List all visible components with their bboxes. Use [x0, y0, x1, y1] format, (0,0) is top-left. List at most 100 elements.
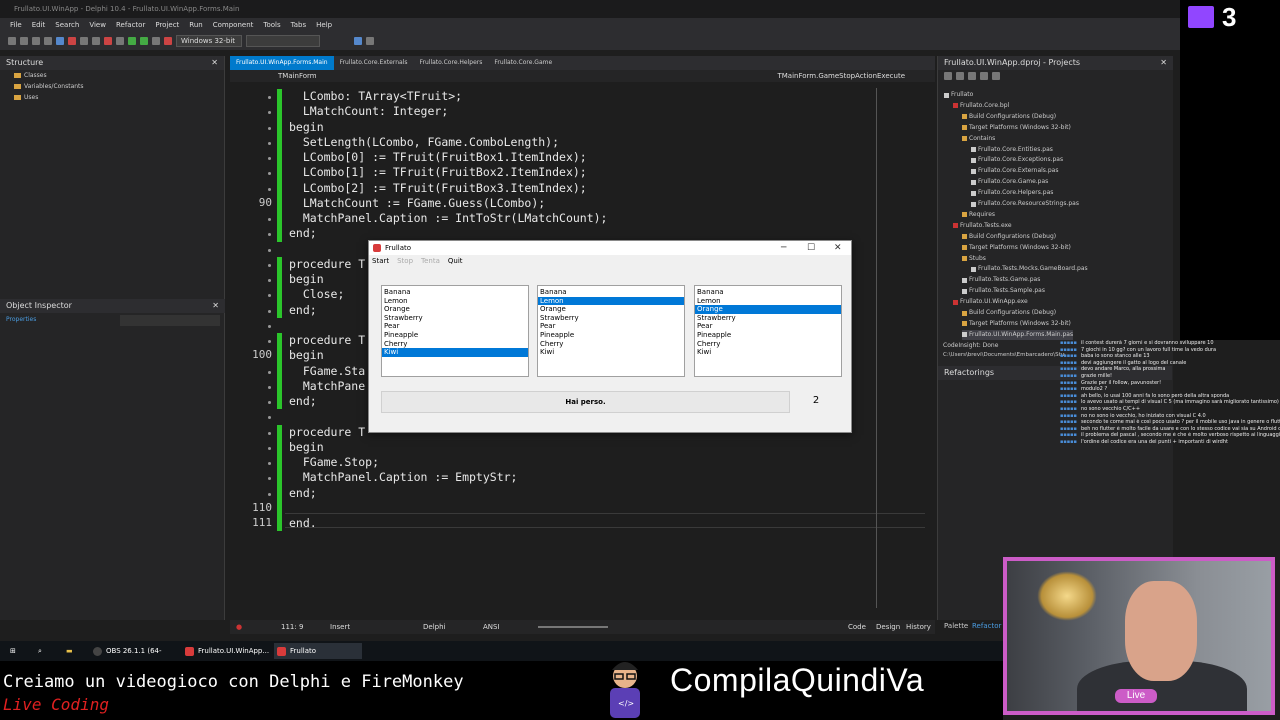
encoding-label[interactable]: ANSI: [483, 620, 500, 634]
fruit-item[interactable]: Strawberry: [382, 314, 528, 323]
fruit-item[interactable]: Lemon: [538, 296, 684, 306]
tab-design[interactable]: Design: [876, 620, 900, 634]
project-tree-item[interactable]: Frullato.Tests.Sample.pas: [962, 286, 1045, 296]
tab-palette[interactable]: Palette: [944, 622, 968, 630]
fruit-item[interactable]: Cherry: [695, 340, 841, 349]
menu-tabs[interactable]: Tabs: [291, 18, 307, 32]
structure-item[interactable]: Classes: [0, 70, 224, 81]
activate-icon[interactable]: [956, 72, 964, 80]
fruit-item[interactable]: Pear: [538, 322, 684, 331]
editor-tab[interactable]: Frullato.Core.Game: [488, 56, 558, 70]
file-explorer-icon[interactable]: ▬: [62, 643, 73, 659]
taskbar-frullato[interactable]: Frullato: [274, 643, 362, 659]
project-tree-item[interactable]: Contains: [962, 134, 995, 144]
run-without-debug-icon[interactable]: [140, 37, 148, 45]
project-tree-item[interactable]: Frullato.Core.ResourceStrings.pas: [971, 199, 1079, 209]
structure-item[interactable]: Uses: [0, 92, 224, 103]
project-tree-item[interactable]: Frullato.Core.Helpers.pas: [971, 188, 1053, 198]
editor-tab[interactable]: Frullato.Core.Helpers: [414, 56, 489, 70]
fruit-item[interactable]: Banana: [538, 288, 684, 297]
fruit-item[interactable]: Cherry: [538, 340, 684, 349]
fruit-listbox-1[interactable]: Banana Lemon Orange Strawberry Pear Pineapple…: [381, 285, 529, 377]
project-tree-item[interactable]: Target Platforms (Windows 32-bit): [962, 123, 1071, 133]
menu-view[interactable]: View: [89, 18, 106, 32]
project-tree-item[interactable]: Stubs: [962, 254, 986, 264]
compile-icon[interactable]: [116, 37, 124, 45]
menu-refactor[interactable]: Refactor: [116, 18, 145, 32]
tab-history[interactable]: History: [906, 620, 931, 634]
menu-project[interactable]: Project: [155, 18, 179, 32]
start-icon[interactable]: ⊞: [4, 643, 16, 659]
zoom-slider[interactable]: [538, 626, 608, 628]
menu-tools[interactable]: Tools: [263, 18, 280, 32]
build-icon[interactable]: [92, 37, 100, 45]
properties-tab[interactable]: Properties: [6, 316, 36, 323]
fruit-listbox-2[interactable]: Banana Lemon Orange Strawberry Pear Pineapple…: [537, 285, 685, 377]
fruit-item[interactable]: Lemon: [382, 297, 528, 306]
fruit-item[interactable]: Cherry: [382, 340, 528, 349]
project-tree-item[interactable]: Build Configurations (Debug): [962, 308, 1056, 318]
project-tree-item[interactable]: Frullato.Core.bpl: [953, 101, 1009, 111]
tab-refactor[interactable]: Refactor: [972, 622, 1001, 630]
fruit-item[interactable]: Strawberry: [538, 314, 684, 323]
project-tree-item[interactable]: Build Configurations (Debug): [962, 232, 1056, 242]
fruit-item[interactable]: Kiwi: [382, 348, 528, 357]
fruit-item[interactable]: Strawberry: [695, 314, 841, 323]
fruit-item[interactable]: Pineapple: [695, 331, 841, 340]
taskbar-delphi[interactable]: Frullato.UI.WinApp...: [182, 643, 270, 659]
property-search-input[interactable]: [120, 315, 220, 326]
save-icon[interactable]: [32, 37, 40, 45]
app-menu-start[interactable]: Start: [372, 255, 389, 267]
app-menu-quit[interactable]: Quit: [448, 255, 463, 267]
project-tree-item[interactable]: Frullato.UI.WinApp.Forms.Main.pas: [962, 329, 1074, 340]
language-label[interactable]: Delphi: [423, 620, 445, 634]
new-icon[interactable]: [8, 37, 16, 45]
fruit-item[interactable]: Kiwi: [538, 348, 684, 357]
add-file-icon[interactable]: [80, 37, 88, 45]
minimize-icon[interactable]: ─: [781, 241, 786, 255]
add-icon[interactable]: [968, 72, 976, 80]
editor-scrollbar[interactable]: [876, 88, 877, 608]
project-tree-item[interactable]: Requires: [962, 210, 995, 220]
fruit-item[interactable]: Pineapple: [538, 331, 684, 340]
fruit-item[interactable]: Orange: [382, 305, 528, 314]
project-tree-item[interactable]: Frullato.Core.Game.pas: [971, 177, 1048, 187]
close-icon[interactable]: ✕: [211, 56, 218, 70]
stop-icon[interactable]: [164, 37, 172, 45]
editor-tab[interactable]: Frullato.Core.Externals: [334, 56, 414, 70]
fruit-item[interactable]: Kiwi: [695, 348, 841, 357]
fruit-item[interactable]: Pear: [695, 322, 841, 331]
menu-edit[interactable]: Edit: [32, 18, 46, 32]
fruit-item[interactable]: Pear: [382, 322, 528, 331]
project-tree-item[interactable]: Frullato.Tests.exe: [953, 221, 1012, 231]
options-icon[interactable]: [992, 72, 1000, 80]
fruit-item[interactable]: Banana: [382, 288, 528, 297]
menu-component[interactable]: Component: [213, 18, 254, 32]
back-icon[interactable]: [354, 37, 362, 45]
sync-icon[interactable]: [944, 72, 952, 80]
method-combo[interactable]: TMainForm.GameStopActionExecute: [777, 70, 905, 82]
project-tree-item[interactable]: Frullato.Tests.Game.pas: [962, 275, 1040, 285]
open-icon[interactable]: [20, 37, 28, 45]
project-tree-item[interactable]: Frullato.Core.Entities.pas: [971, 145, 1053, 155]
close-icon[interactable]: ✕: [1160, 56, 1167, 70]
close-icon[interactable]: ✕: [834, 241, 842, 255]
reset-icon[interactable]: [104, 37, 112, 45]
remove-icon[interactable]: [68, 37, 76, 45]
maximize-icon[interactable]: ☐: [807, 241, 815, 255]
project-tree-item[interactable]: Build Configurations (Debug): [962, 112, 1056, 122]
project-tree-item[interactable]: Target Platforms (Windows 32-bit): [962, 319, 1071, 329]
menu-help[interactable]: Help: [316, 18, 332, 32]
fruit-listbox-3[interactable]: Banana Lemon Orange Strawberry Pear Pineapple…: [694, 285, 842, 377]
structure-item[interactable]: Variables/Constants: [0, 81, 224, 92]
project-tree-item[interactable]: Target Platforms (Windows 32-bit): [962, 243, 1071, 253]
menu-search[interactable]: Search: [55, 18, 79, 32]
project-tree-item[interactable]: Frullato.Tests.Mocks.GameBoard.pas: [971, 264, 1088, 274]
fruit-item[interactable]: Lemon: [695, 297, 841, 306]
configuration-combo[interactable]: [246, 35, 320, 47]
remove-icon[interactable]: [980, 72, 988, 80]
taskbar-obs[interactable]: OBS 26.1.1 (64-bit,...: [90, 643, 178, 671]
editor-tab[interactable]: Frullato.UI.WinApp.Forms.Main: [230, 56, 334, 70]
platform-combo[interactable]: Windows 32-bit: [176, 35, 242, 47]
open-project-icon[interactable]: [56, 37, 64, 45]
